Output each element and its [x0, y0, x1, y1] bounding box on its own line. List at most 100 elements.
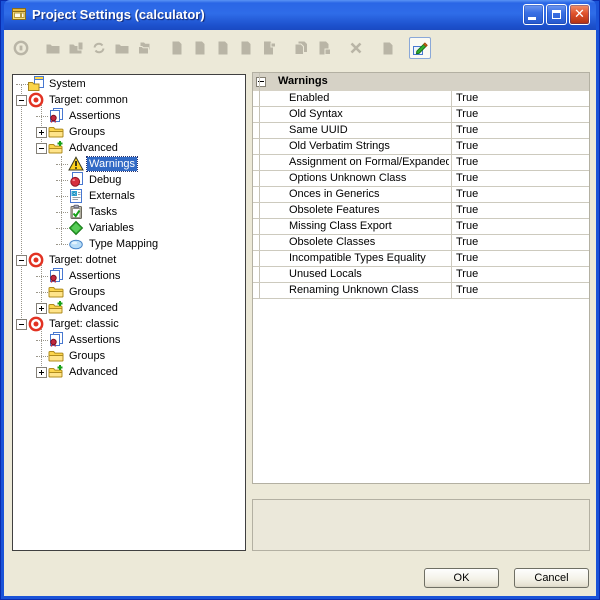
collapse-minus-icon[interactable]	[16, 255, 27, 266]
tree-item-label: Tasks	[87, 205, 119, 219]
property-value[interactable]: True	[456, 124, 478, 136]
column-divider	[451, 283, 452, 298]
property-value[interactable]: True	[456, 220, 478, 232]
property-row-incompatible-types-equality[interactable]: Incompatible Types Equality True	[253, 251, 589, 267]
expand-plus-icon[interactable]	[36, 127, 47, 138]
collapse-minus-icon[interactable]	[16, 95, 27, 106]
folder-plus-icon	[48, 300, 64, 316]
tree-item-groups[interactable]: Groups	[14, 348, 244, 364]
collapse-minus-icon[interactable]	[16, 319, 27, 330]
edit-pencil-icon[interactable]	[409, 37, 431, 59]
property-row-obsolete-features[interactable]: Obsolete FeaturesTrue	[253, 203, 589, 219]
property-row-options-unknown-class[interactable]: Options Unknown ClassTrue	[253, 171, 589, 187]
close-button[interactable]: ✕	[569, 4, 590, 25]
collapse-minus-icon[interactable]	[256, 77, 266, 87]
property-row-missing-class-export[interactable]: Missing Class Export True	[253, 219, 589, 235]
folder-gray-icon[interactable]	[42, 37, 64, 59]
expand-plus-icon[interactable]	[36, 367, 47, 378]
tree-item-assertions[interactable]: Assertions	[14, 268, 244, 284]
document-flag-gray-icon[interactable]	[258, 37, 280, 59]
property-row-enabled[interactable]: EnabledTrue	[253, 91, 589, 107]
tree-item-externals[interactable]: Externals	[14, 188, 244, 204]
column-divider	[451, 267, 452, 282]
document-gray-icon[interactable]	[235, 37, 257, 59]
collapse-minus-icon[interactable]	[36, 143, 47, 154]
document-check-gray-icon[interactable]	[377, 37, 399, 59]
tree-item-target-common[interactable]: Target: common	[14, 92, 244, 108]
property-row-onces-in-generics[interactable]: Onces in GenericsTrue	[253, 187, 589, 203]
target-icon	[28, 316, 44, 332]
tree-connector-line	[56, 196, 68, 197]
target-icon	[28, 92, 44, 108]
property-row-old-verbatim-strings[interactable]: Old Verbatim StringsTrue	[253, 139, 589, 155]
tree-item-type-mapping[interactable]: Type Mapping	[14, 236, 244, 252]
tree-item-label: Variables	[87, 221, 136, 235]
document-gray-icon[interactable]	[212, 37, 234, 59]
property-row-old-syntax[interactable]: Old SyntaxTrue	[253, 107, 589, 123]
folder-icon	[48, 348, 64, 364]
folders-gray-icon[interactable]	[134, 37, 156, 59]
property-row-assignment-on-formal-expanded[interactable]: Assignment on Formal/ExpandedTrue	[253, 155, 589, 171]
tree-item-groups[interactable]: Groups	[14, 284, 244, 300]
property-row-obsolete-classes[interactable]: Obsolete ClassesTrue	[253, 235, 589, 251]
property-value[interactable]: True	[456, 92, 478, 104]
property-grid[interactable]: Warnings EnabledTrueOld SyntaxTrueSame U…	[252, 72, 590, 484]
property-value[interactable]: True	[456, 236, 478, 248]
folder-doc-gray-icon[interactable]	[65, 37, 87, 59]
target-icon	[28, 252, 44, 268]
property-row-same-uuid[interactable]: Same UUIDTrue	[253, 123, 589, 139]
tree-item-target-dotnet[interactable]: Target: dotnet	[14, 252, 244, 268]
property-row-unused-locals[interactable]: Unused LocalsTrue	[253, 267, 589, 283]
maximize-button[interactable]	[546, 4, 567, 25]
property-value[interactable]: True	[456, 108, 478, 120]
tree-item-tasks[interactable]: Tasks	[14, 204, 244, 220]
tree-item-groups[interactable]: Groups	[14, 124, 244, 140]
cancel-button[interactable]: Cancel	[514, 568, 589, 588]
property-name: Missing Class Export	[289, 220, 449, 232]
tree-item-label: Externals	[87, 189, 137, 203]
title-bar[interactable]: Project Settings (calculator) ✕	[4, 0, 596, 30]
column-divider	[451, 91, 452, 106]
delete-x-icon[interactable]	[345, 37, 367, 59]
document-gray-icon[interactable]	[189, 37, 211, 59]
tree-item-advanced[interactable]: Advanced	[14, 364, 244, 380]
property-row-renaming-unknown-class[interactable]: Renaming Unknown ClassTrue	[253, 283, 589, 299]
tree-item-warnings[interactable]: Warnings	[14, 156, 244, 172]
property-value[interactable]: True	[456, 172, 478, 184]
tree-item-variables[interactable]: Variables	[14, 220, 244, 236]
maximize-icon	[552, 10, 561, 19]
tree-item-advanced[interactable]: Advanced	[14, 140, 244, 156]
property-name: Incompatible Types Equality	[289, 252, 449, 264]
property-value[interactable]: True	[456, 284, 478, 296]
property-value[interactable]: True	[456, 204, 478, 216]
folder-gray-icon[interactable]	[111, 37, 133, 59]
power-circle-icon[interactable]	[10, 37, 32, 59]
tree-connector-line	[36, 116, 48, 117]
tree-item-assertions[interactable]: Assertions	[14, 332, 244, 348]
documents-copy-gray-icon[interactable]	[290, 37, 312, 59]
tree-item-label: Type Mapping	[87, 237, 160, 251]
document-gray-icon[interactable]	[166, 37, 188, 59]
document-copy-gray-icon[interactable]	[313, 37, 335, 59]
variables-icon	[68, 220, 84, 236]
expand-plus-icon[interactable]	[36, 303, 47, 314]
tree-item-debug[interactable]: Debug	[14, 172, 244, 188]
settings-tree-panel[interactable]: SystemTarget: commonAssertionsGroupsAdva…	[12, 74, 246, 551]
property-value[interactable]: True	[456, 188, 478, 200]
minimize-button[interactable]	[523, 4, 544, 25]
tree-item-label: Advanced	[67, 141, 120, 155]
property-value[interactable]: True	[456, 268, 478, 280]
sync-arrows-icon[interactable]	[88, 37, 110, 59]
property-value[interactable]: True	[456, 140, 478, 152]
column-divider	[451, 171, 452, 186]
property-value[interactable]: True	[456, 156, 478, 168]
column-divider	[451, 123, 452, 138]
ok-button[interactable]: OK	[424, 568, 499, 588]
tree-item-target-classic[interactable]: Target: classic	[14, 316, 244, 332]
tree-connector-line	[56, 212, 68, 213]
tree-item-assertions[interactable]: Assertions	[14, 108, 244, 124]
property-value[interactable]: True	[456, 252, 478, 264]
property-category-header[interactable]: Warnings	[253, 73, 589, 91]
tree-item-system[interactable]: System	[14, 76, 244, 92]
tree-item-advanced[interactable]: Advanced	[14, 300, 244, 316]
